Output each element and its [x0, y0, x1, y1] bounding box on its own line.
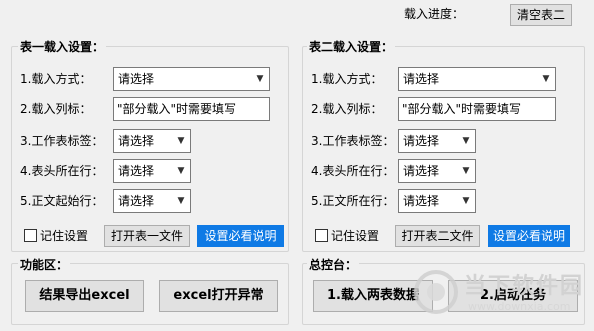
sheet1-load-mode-label: 1.载入方式：	[20, 72, 92, 86]
sheet1-header-row-select[interactable]: 请选择 ▼	[113, 159, 191, 183]
sheet1-load-columns-label: 2.载入列标：	[20, 102, 92, 116]
chevron-down-icon: ▼	[462, 136, 470, 146]
sheet2-remember-checkbox[interactable]	[315, 229, 328, 242]
sheet2-header-row-value: 请选择	[403, 164, 440, 178]
chevron-down-icon: ▼	[177, 136, 185, 146]
load-both-sheets-button[interactable]: 1.载入两表数据	[313, 280, 433, 312]
sheet1-header-row-label: 4.表头所在行：	[20, 164, 104, 178]
sheet1-body-start-row-select[interactable]: 请选择 ▼	[113, 189, 191, 213]
sheet1-body-start-row-value: 请选择	[118, 194, 155, 208]
sheet2-load-mode-value: 请选择	[403, 72, 440, 86]
start-task-button[interactable]: 2.启动任务	[448, 280, 578, 312]
sheet1-sheet-tab-label: 3.工作表标签：	[20, 134, 104, 148]
export-excel-button[interactable]: 结果导出excel	[25, 280, 144, 312]
sheet1-load-mode-value: 请选择	[118, 72, 155, 86]
sheet2-load-columns-label: 2.载入列标：	[311, 102, 383, 116]
sheet1-help-button[interactable]: 设置必看说明	[197, 225, 284, 247]
sheet2-load-mode-label: 1.载入方式：	[311, 72, 383, 86]
sheet1-open-file-button[interactable]: 打开表一文件	[104, 225, 190, 247]
sheet2-body-start-row-value: 请选择	[403, 194, 440, 208]
clear-sheet2-button[interactable]: 清空表二	[510, 4, 572, 26]
chevron-down-icon: ▼	[462, 166, 470, 176]
sheet1-load-mode-select[interactable]: 请选择 ▼	[113, 67, 270, 91]
sheet2-load-columns-input[interactable]: "部分载入"时需要填写	[398, 97, 556, 121]
sheet1-remember-label: 记住设置	[40, 229, 89, 243]
sheet2-help-button[interactable]: 设置必看说明	[488, 225, 570, 247]
console-title: 总控台：	[307, 258, 360, 272]
sheet2-remember-label: 记住设置	[331, 229, 380, 243]
sheet2-sheet-tab-value: 请选择	[403, 134, 440, 148]
sheet1-body-start-row-label: 5.正文起始行：	[20, 194, 104, 208]
chevron-down-icon: ▼	[177, 196, 185, 206]
sheet2-header-row-label: 4.表头所在行：	[311, 164, 395, 178]
progress-label: 载入进度：	[404, 7, 465, 21]
sheet1-remember-checkbox[interactable]	[24, 229, 37, 242]
sheet2-sheet-tab-label: 3.工作表标签：	[311, 134, 395, 148]
sheet1-header-row-value: 请选择	[118, 164, 155, 178]
sheet2-body-start-row-label: 5.正文所在行：	[311, 194, 395, 208]
chevron-down-icon: ▼	[177, 166, 185, 176]
chevron-down-icon: ▼	[462, 196, 470, 206]
chevron-down-icon: ▼	[542, 74, 550, 84]
sheet2-open-file-button[interactable]: 打开表二文件	[395, 225, 480, 247]
sheet2-load-mode-select[interactable]: 请选择 ▼	[398, 67, 556, 91]
sheet2-sheet-tab-select[interactable]: 请选择 ▼	[398, 129, 476, 153]
sheet1-sheet-tab-value: 请选择	[118, 134, 155, 148]
sheet2-body-start-row-select[interactable]: 请选择 ▼	[398, 189, 476, 213]
sheet1-settings-title: 表一载入设置：	[18, 40, 107, 54]
sheet1-sheet-tab-select[interactable]: 请选择 ▼	[113, 129, 191, 153]
sheet1-load-columns-input[interactable]: "部分载入"时需要填写	[113, 97, 270, 121]
sheet2-settings-title: 表二载入设置：	[307, 40, 396, 54]
chevron-down-icon: ▼	[256, 74, 264, 84]
sheet2-header-row-select[interactable]: 请选择 ▼	[398, 159, 476, 183]
functions-title: 功能区：	[18, 258, 71, 272]
excel-open-error-button[interactable]: excel打开异常	[159, 280, 278, 312]
